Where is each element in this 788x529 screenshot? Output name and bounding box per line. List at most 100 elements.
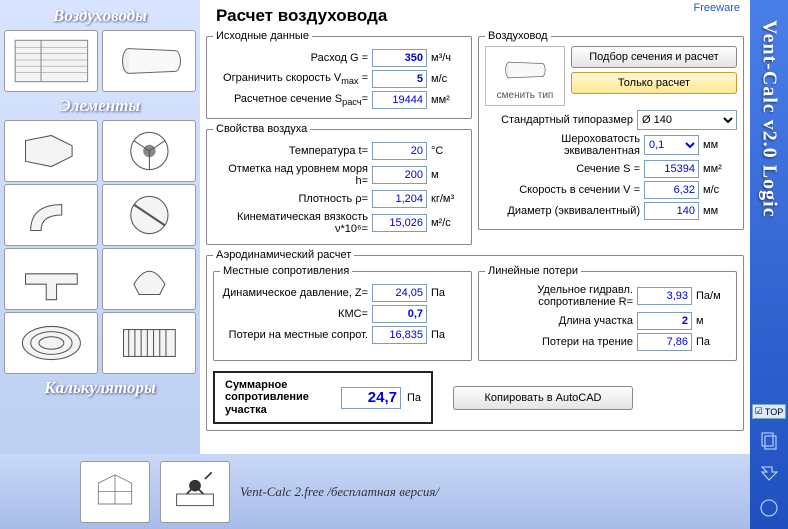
app-logo: Vent-Calc v2.0 Logic xyxy=(758,20,781,218)
tile-damper[interactable] xyxy=(102,184,196,246)
line-legend: Линейные потери xyxy=(485,265,581,277)
left-panel: Воздуховоды Элементы Калькуляторы xyxy=(0,0,200,529)
aero-legend: Аэродинамический расчет xyxy=(213,249,354,261)
check-icon: ☑ xyxy=(755,406,763,417)
dens-label: Плотность ρ= xyxy=(213,193,368,205)
copy-autocad-button[interactable]: Копировать в AutoCAD xyxy=(453,386,633,410)
round-duct-icon xyxy=(495,52,555,88)
flow-unit: м³/ч xyxy=(431,52,465,64)
localloss-label: Потери на местные сопрот. xyxy=(220,329,368,341)
std-size-select[interactable]: Ø 140 xyxy=(637,110,737,130)
visc-label: Кинематическая вязкость ν*10⁶= xyxy=(213,211,368,235)
tile-fan[interactable] xyxy=(102,120,196,182)
input-legend: Исходные данные xyxy=(213,30,312,42)
building-icon xyxy=(90,469,140,514)
kmc-label: КМС= xyxy=(220,308,368,320)
help-icon[interactable] xyxy=(756,495,782,521)
aero-fieldset: Аэродинамический расчет Местные сопротив… xyxy=(206,249,744,431)
elements-header: Элементы xyxy=(4,94,196,118)
content-area: Freeware Расчет воздуховода Исходные дан… xyxy=(200,0,750,454)
d-output xyxy=(644,202,699,220)
total-unit: Па xyxy=(407,392,421,404)
tile-tee[interactable] xyxy=(4,248,98,310)
localloss-output xyxy=(372,326,427,344)
localloss-unit: Па xyxy=(431,329,465,341)
calc-tile-1[interactable] xyxy=(80,461,150,523)
tile-round-duct[interactable] xyxy=(102,30,196,92)
freeware-label: Freeware xyxy=(694,2,740,14)
duct-type-image[interactable]: сменить тип xyxy=(485,46,565,106)
visc-output xyxy=(372,214,427,232)
calc-only-button[interactable]: Только расчет xyxy=(571,72,737,94)
local-loss-fieldset: Местные сопротивления Динамическое давле… xyxy=(213,265,472,360)
temp-input[interactable] xyxy=(372,142,427,160)
dens-unit: кг/м³ xyxy=(431,193,465,205)
tile-size-table[interactable] xyxy=(4,30,98,92)
input-fieldset: Исходные данные Расход G = м³/ч Ограничи… xyxy=(206,30,472,119)
len-label: Длина участка xyxy=(485,315,633,327)
change-type-link[interactable]: сменить тип xyxy=(497,90,554,101)
sect-unit: мм² xyxy=(431,94,465,106)
version-text: Vent-Calc 2.free /бесплатная версия/ xyxy=(240,484,439,500)
r-unit: Па/м xyxy=(696,290,730,302)
top-button[interactable]: ☑ TOP xyxy=(752,404,786,419)
v-output xyxy=(644,181,699,199)
vmax-label: Ограничить скорость Vmax = xyxy=(213,72,368,86)
sect-output xyxy=(372,91,427,109)
vmax-unit: м/с xyxy=(431,73,465,85)
v-unit: м/с xyxy=(703,184,737,196)
s-label: Сечение S = xyxy=(485,163,640,175)
total-box: Суммарное сопротивление участка Па xyxy=(213,371,433,425)
temp-unit: °C xyxy=(431,145,465,157)
kmc-input[interactable] xyxy=(372,305,427,323)
tile-adapter[interactable] xyxy=(4,120,98,182)
alt-label: Отметка над уровнем моря h= xyxy=(213,163,368,187)
z-label: Динамическое давление, Z= xyxy=(220,287,368,299)
s-output xyxy=(644,160,699,178)
s-unit: мм² xyxy=(703,163,737,175)
visc-unit: м²/с xyxy=(431,217,465,229)
vmax-input[interactable] xyxy=(372,70,427,88)
calc-select-button[interactable]: Подбор сечения и расчет xyxy=(571,46,737,68)
total-output xyxy=(341,387,401,409)
ducts-header: Воздуховоды xyxy=(4,4,196,28)
std-label: Стандартный типоразмер xyxy=(485,114,633,126)
right-strip: Vent-Calc v2.0 Logic ☑ TOP xyxy=(750,0,788,529)
roughness-select[interactable]: 0,1 xyxy=(644,135,699,155)
tile-heater[interactable] xyxy=(102,312,196,374)
r-output xyxy=(637,287,692,305)
total-label: Суммарное сопротивление участка xyxy=(225,379,335,417)
copy-icon[interactable] xyxy=(756,427,782,453)
duct-legend: Воздуховод xyxy=(485,30,551,42)
d-unit: мм xyxy=(703,205,737,217)
duct-fieldset: Воздуховод сменить тип Подбор сечения и … xyxy=(478,30,744,230)
r-label: Удельное гидравл. сопротивление R= xyxy=(485,284,633,308)
flow-label: Расход G = xyxy=(213,52,368,64)
fric-unit: Па xyxy=(696,336,730,348)
local-legend: Местные сопротивления xyxy=(220,265,352,277)
line-loss-fieldset: Линейные потери Удельное гидравл. сопрот… xyxy=(478,265,737,360)
temp-label: Температура t= xyxy=(213,145,368,157)
tile-cap[interactable] xyxy=(102,248,196,310)
air-fieldset: Свойства воздуха Температура t= °C Отмет… xyxy=(206,123,472,245)
tile-grille[interactable] xyxy=(4,312,98,374)
flow-input[interactable] xyxy=(372,49,427,67)
d-label: Диаметр (эквивалентный) xyxy=(485,205,640,217)
dens-output xyxy=(372,190,427,208)
tile-elbow[interactable] xyxy=(4,184,98,246)
drafter-icon xyxy=(170,469,220,514)
z-unit: Па xyxy=(431,287,465,299)
z-output xyxy=(372,284,427,302)
fric-label: Потери на трение xyxy=(485,336,633,348)
calculators-header: Калькуляторы xyxy=(4,376,196,400)
calc-tile-2[interactable] xyxy=(160,461,230,523)
alt-unit: м xyxy=(431,169,465,181)
bottom-bar: Vent-Calc 2.free /бесплатная версия/ xyxy=(0,454,750,529)
v-label: Скорость в сечении V = xyxy=(485,184,640,196)
rough-unit: мм xyxy=(703,139,737,151)
page-title: Расчет воздуховода xyxy=(216,6,744,26)
export-icon[interactable] xyxy=(756,461,782,487)
rough-label: Шероховатость эквивалентная xyxy=(485,133,640,157)
alt-input[interactable] xyxy=(372,166,427,184)
len-input[interactable] xyxy=(637,312,692,330)
